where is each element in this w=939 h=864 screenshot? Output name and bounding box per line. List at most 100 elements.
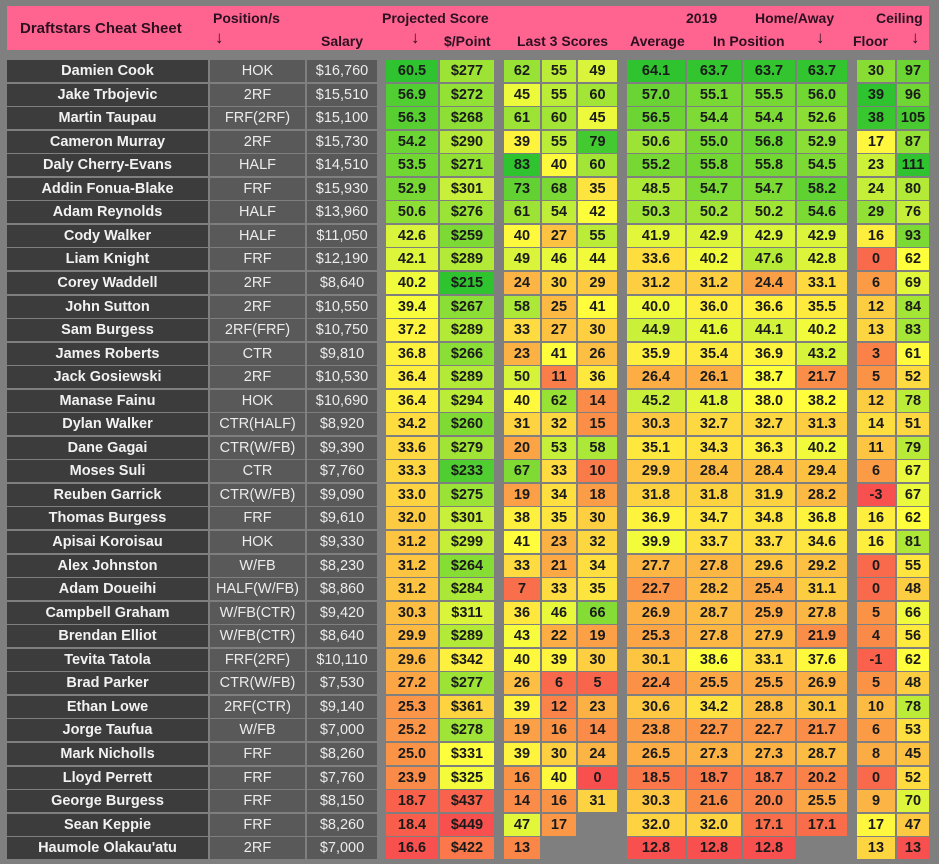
cell-l1[interactable]: 26 <box>504 672 540 695</box>
cell-proj[interactable]: 56.9 <box>386 83 438 106</box>
table-row[interactable]: Haumole Olakau'atu 2RF $7,000 16.6 $422 13 12.… <box>0 837 939 860</box>
cell-inpos[interactable]: 50.2 <box>687 201 741 224</box>
sort-arrow-icon[interactable]: ↓ <box>215 29 224 46</box>
cell-l3[interactable]: 44 <box>578 248 617 271</box>
cell-l2[interactable]: 30 <box>542 271 576 294</box>
cell-inpos[interactable]: 54.7 <box>687 177 741 200</box>
cell-name[interactable]: Jake Trbojevic <box>7 83 208 106</box>
header-last3[interactable]: Last 3 Scores <box>517 33 608 49</box>
cell-l3[interactable]: 49 <box>578 60 617 82</box>
cell-ceil[interactable]: 69 <box>897 271 929 294</box>
cell-avg[interactable]: 26.5 <box>627 742 685 765</box>
cell-ppp[interactable]: $276 <box>440 201 494 224</box>
cell-ha2[interactable]: 54.6 <box>797 201 847 224</box>
cell-avg[interactable]: 33.6 <box>627 248 685 271</box>
cell-l1[interactable]: 13 <box>504 837 540 860</box>
cell-ha2[interactable]: 28.2 <box>797 483 847 506</box>
cell-l3[interactable]: 32 <box>578 531 617 553</box>
cell-name[interactable]: James Roberts <box>7 342 208 365</box>
cell-proj[interactable]: 37.2 <box>386 319 438 342</box>
cell-ppp[interactable]: $277 <box>440 672 494 695</box>
cell-ceil[interactable]: 52 <box>897 766 929 789</box>
cell-salary[interactable]: $7,530 <box>307 672 377 695</box>
cell-l3[interactable]: 45 <box>578 107 617 130</box>
cell-pos[interactable]: CTR(W/FB) <box>210 672 305 695</box>
cell-inpos[interactable]: 41.6 <box>687 319 741 342</box>
cell-salary[interactable]: $15,510 <box>307 83 377 106</box>
cell-avg[interactable]: 50.3 <box>627 201 685 224</box>
cell-salary[interactable]: $8,150 <box>307 790 377 813</box>
cell-inpos[interactable]: 31.2 <box>687 271 741 294</box>
cell-l1[interactable]: 19 <box>504 719 540 742</box>
cell-proj[interactable]: 16.6 <box>386 837 438 860</box>
header-projected-score[interactable]: Projected Score <box>382 10 489 26</box>
cell-ppp[interactable]: $272 <box>440 83 494 106</box>
cell-ha1[interactable]: 36.6 <box>743 295 795 318</box>
cell-ppp[interactable]: $233 <box>440 460 494 483</box>
cell-name[interactable]: Dylan Walker <box>7 413 208 436</box>
cell-ha1[interactable]: 55.8 <box>743 154 795 177</box>
cell-ha2[interactable]: 27.8 <box>797 601 847 624</box>
cell-floor[interactable]: 14 <box>857 413 895 436</box>
table-row[interactable]: Moses Suli CTR $7,760 33.3 $233 67 33 10 29.9 28.… <box>0 460 939 483</box>
cell-floor[interactable]: 0 <box>857 554 895 577</box>
cell-inpos[interactable]: 28.7 <box>687 601 741 624</box>
cell-salary[interactable]: $8,640 <box>307 625 377 648</box>
cell-ppp[interactable]: $289 <box>440 319 494 342</box>
table-row[interactable]: Liam Knight FRF $12,190 42.1 $289 49 46 44 33.6 4… <box>0 248 939 271</box>
cell-inpos[interactable]: 34.2 <box>687 695 741 718</box>
cell-ha1[interactable]: 32.7 <box>743 413 795 436</box>
table-row[interactable]: Martin Taupau FRF(2RF) $15,100 56.3 $268 61 60… <box>0 107 939 130</box>
cell-l1[interactable]: 47 <box>504 813 540 836</box>
cell-inpos[interactable]: 32.7 <box>687 413 741 436</box>
cell-l1[interactable]: 23 <box>504 342 540 365</box>
cell-ha1[interactable]: 33.1 <box>743 648 795 671</box>
cell-salary[interactable]: $12,190 <box>307 248 377 271</box>
cell-pos[interactable]: HALF <box>210 224 305 247</box>
cell-pos[interactable]: HOK <box>210 60 305 82</box>
cell-salary[interactable]: $9,330 <box>307 531 377 553</box>
cell-ppp[interactable]: $271 <box>440 154 494 177</box>
cell-ha2[interactable]: 20.2 <box>797 766 847 789</box>
cell-l1[interactable]: 61 <box>504 201 540 224</box>
cell-name[interactable]: Cody Walker <box>7 224 208 247</box>
cell-ha2[interactable]: 30.1 <box>797 695 847 718</box>
cell-ppp[interactable]: $361 <box>440 695 494 718</box>
cell-l1[interactable]: 43 <box>504 625 540 648</box>
table-row[interactable]: Dylan Walker CTR(HALF) $8,920 34.2 $260 31 32 1… <box>0 413 939 436</box>
header-per-point[interactable]: $/Point <box>444 33 491 49</box>
cell-proj[interactable]: 56.3 <box>386 107 438 130</box>
table-row[interactable]: Corey Waddell 2RF $8,640 40.2 $215 24 30 29 31.2… <box>0 271 939 294</box>
cell-ceil[interactable]: 93 <box>897 224 929 247</box>
cell-proj[interactable]: 23.9 <box>386 766 438 789</box>
cell-salary[interactable]: $10,530 <box>307 366 377 389</box>
cell-proj[interactable]: 32.0 <box>386 507 438 530</box>
cell-ppp[interactable]: $449 <box>440 813 494 836</box>
cell-avg[interactable]: 31.8 <box>627 483 685 506</box>
cell-l3[interactable]: 5 <box>578 672 617 695</box>
cell-l3[interactable]: 18 <box>578 483 617 506</box>
cell-ceil[interactable]: 84 <box>897 295 929 318</box>
cell-proj[interactable]: 36.8 <box>386 342 438 365</box>
cell-ha2[interactable]: 21.9 <box>797 625 847 648</box>
cell-floor[interactable]: 6 <box>857 460 895 483</box>
cell-salary[interactable]: $9,090 <box>307 483 377 506</box>
cell-l3[interactable]: 10 <box>578 460 617 483</box>
cell-ha1[interactable]: 28.4 <box>743 460 795 483</box>
cell-floor[interactable]: 5 <box>857 366 895 389</box>
cell-inpos[interactable]: 27.8 <box>687 554 741 577</box>
cell-ppp[interactable]: $290 <box>440 130 494 153</box>
cell-floor[interactable]: 29 <box>857 201 895 224</box>
cell-pos[interactable]: HOK <box>210 389 305 412</box>
cell-avg[interactable]: 44.9 <box>627 319 685 342</box>
cell-ceil[interactable]: 80 <box>897 177 929 200</box>
cell-avg[interactable]: 12.8 <box>627 837 685 860</box>
cell-l3[interactable]: 15 <box>578 413 617 436</box>
cell-name[interactable]: Cameron Murray <box>7 130 208 153</box>
table-row[interactable]: Adam Reynolds HALF $13,960 50.6 $276 61 54 42 50… <box>0 201 939 224</box>
cell-name[interactable]: Damien Cook <box>7 60 208 82</box>
cell-ppp[interactable]: $311 <box>440 601 494 624</box>
cell-ha2[interactable]: 43.2 <box>797 342 847 365</box>
cell-salary[interactable]: $13,960 <box>307 201 377 224</box>
cell-floor[interactable]: 16 <box>857 224 895 247</box>
